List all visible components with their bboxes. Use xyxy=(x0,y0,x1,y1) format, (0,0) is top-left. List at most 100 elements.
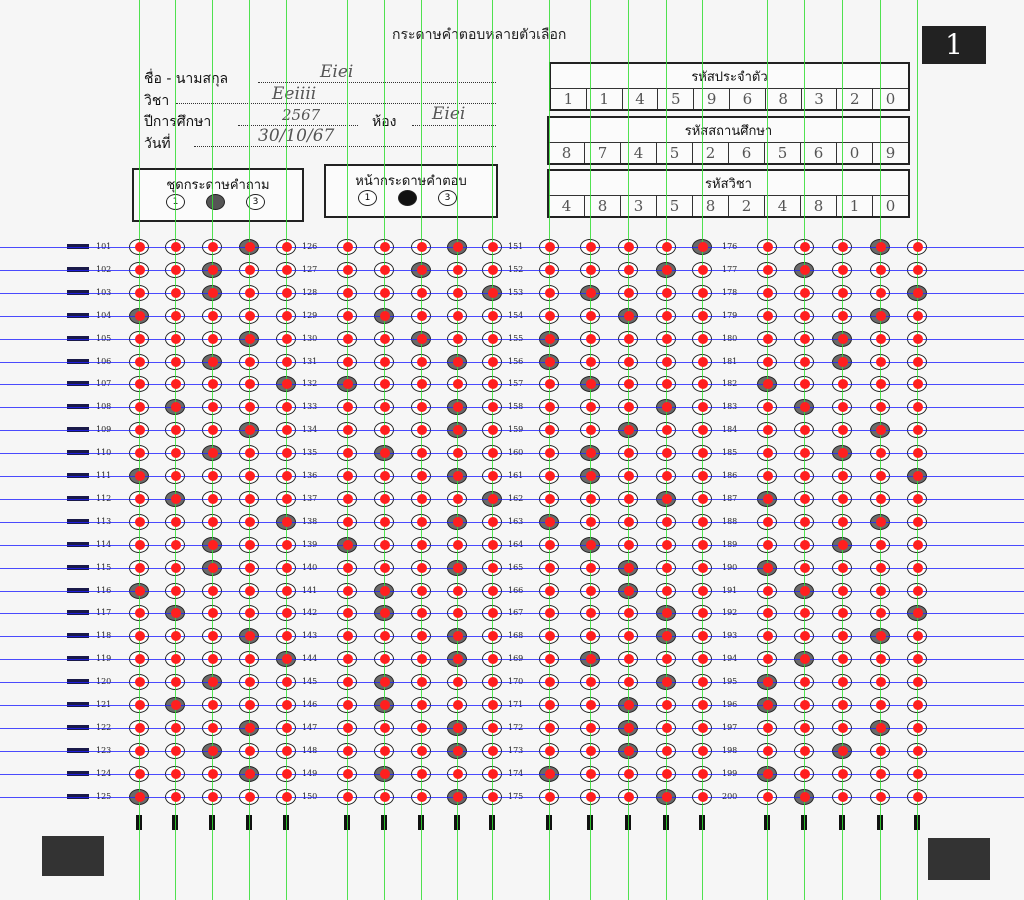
detection-point xyxy=(876,723,886,733)
detection-point xyxy=(282,357,292,367)
detection-point xyxy=(838,654,848,664)
detection-point xyxy=(586,288,596,298)
detection-point xyxy=(545,654,555,664)
detection-point xyxy=(838,700,848,710)
id-digit-cell: 4 xyxy=(621,143,657,163)
year-value: 2567 xyxy=(282,106,321,124)
detection-point xyxy=(453,471,463,481)
detection-point xyxy=(343,402,353,412)
detection-point xyxy=(698,379,708,389)
option-bubble[interactable]: 3 xyxy=(438,190,457,206)
detection-point xyxy=(698,402,708,412)
detection-point xyxy=(453,448,463,458)
detection-point xyxy=(545,379,555,389)
detection-point xyxy=(453,265,463,275)
detection-point xyxy=(343,471,353,481)
detection-point xyxy=(662,586,672,596)
detection-point xyxy=(624,334,634,344)
detection-point xyxy=(913,769,923,779)
detection-point xyxy=(453,723,463,733)
detection-point xyxy=(662,494,672,504)
detection-point xyxy=(913,242,923,252)
detection-point xyxy=(488,792,498,802)
detection-point xyxy=(282,334,292,344)
detection-point xyxy=(876,311,886,321)
detection-point xyxy=(838,357,848,367)
detection-point xyxy=(488,631,498,641)
detection-point xyxy=(343,563,353,573)
detection-point xyxy=(135,357,145,367)
detection-point xyxy=(171,631,181,641)
detection-point xyxy=(208,654,218,664)
detection-point xyxy=(245,402,255,412)
detection-point xyxy=(763,792,773,802)
detection-point xyxy=(698,769,708,779)
detection-point xyxy=(171,608,181,618)
detection-point xyxy=(763,448,773,458)
detection-point xyxy=(208,265,218,275)
detection-point xyxy=(838,677,848,687)
detection-point xyxy=(417,563,427,573)
detection-point xyxy=(282,700,292,710)
detection-point xyxy=(698,494,708,504)
detection-point xyxy=(913,631,923,641)
row-guide-line xyxy=(0,728,1024,729)
detection-point xyxy=(417,494,427,504)
detection-point xyxy=(913,265,923,275)
detection-point xyxy=(417,769,427,779)
detection-point xyxy=(838,608,848,618)
detection-point xyxy=(624,288,634,298)
detection-point xyxy=(800,654,810,664)
detection-point xyxy=(662,517,672,527)
detection-point xyxy=(208,723,218,733)
detection-point xyxy=(380,792,390,802)
detection-point xyxy=(545,288,555,298)
row-guide-line xyxy=(0,293,1024,294)
detection-point xyxy=(208,357,218,367)
id-digit-cell: 5 xyxy=(765,143,801,163)
detection-point xyxy=(135,334,145,344)
subject-label: วิชา xyxy=(144,93,170,109)
row-guide-line xyxy=(0,430,1024,431)
detection-point xyxy=(245,425,255,435)
detection-point xyxy=(838,517,848,527)
option-bubble[interactable] xyxy=(398,190,417,206)
detection-point xyxy=(135,769,145,779)
detection-point xyxy=(624,769,634,779)
detection-point xyxy=(417,517,427,527)
detection-point xyxy=(135,379,145,389)
detection-point xyxy=(380,586,390,596)
detection-point xyxy=(876,792,886,802)
detection-point xyxy=(208,586,218,596)
detection-point xyxy=(282,494,292,504)
row-guide-line xyxy=(0,499,1024,500)
detection-point xyxy=(343,448,353,458)
detection-point xyxy=(208,311,218,321)
detection-point xyxy=(624,723,634,733)
detection-point xyxy=(545,265,555,275)
detection-point xyxy=(417,792,427,802)
subject-value: Eeiiii xyxy=(272,84,317,104)
school-id-cells: 8745265609 xyxy=(549,142,908,163)
detection-point xyxy=(662,471,672,481)
row-guide-line xyxy=(0,568,1024,569)
detection-point xyxy=(913,379,923,389)
option-bubble[interactable]: 1 xyxy=(358,190,377,206)
detection-point xyxy=(876,540,886,550)
detection-point xyxy=(171,677,181,687)
id-digit-cell: 8 xyxy=(766,89,802,109)
option-bubble[interactable] xyxy=(206,194,225,210)
detection-point xyxy=(380,471,390,481)
detection-point xyxy=(586,769,596,779)
detection-point xyxy=(171,334,181,344)
detection-point xyxy=(624,357,634,367)
id-digit-cell: 2 xyxy=(729,196,765,216)
detection-point xyxy=(282,402,292,412)
detection-point xyxy=(343,631,353,641)
school-id-box: รหัสสถานศึกษา 8745265609 xyxy=(547,116,910,165)
detection-point xyxy=(624,242,634,252)
detection-point xyxy=(698,608,708,618)
detection-point xyxy=(838,723,848,733)
detection-point xyxy=(838,792,848,802)
detection-point xyxy=(876,746,886,756)
